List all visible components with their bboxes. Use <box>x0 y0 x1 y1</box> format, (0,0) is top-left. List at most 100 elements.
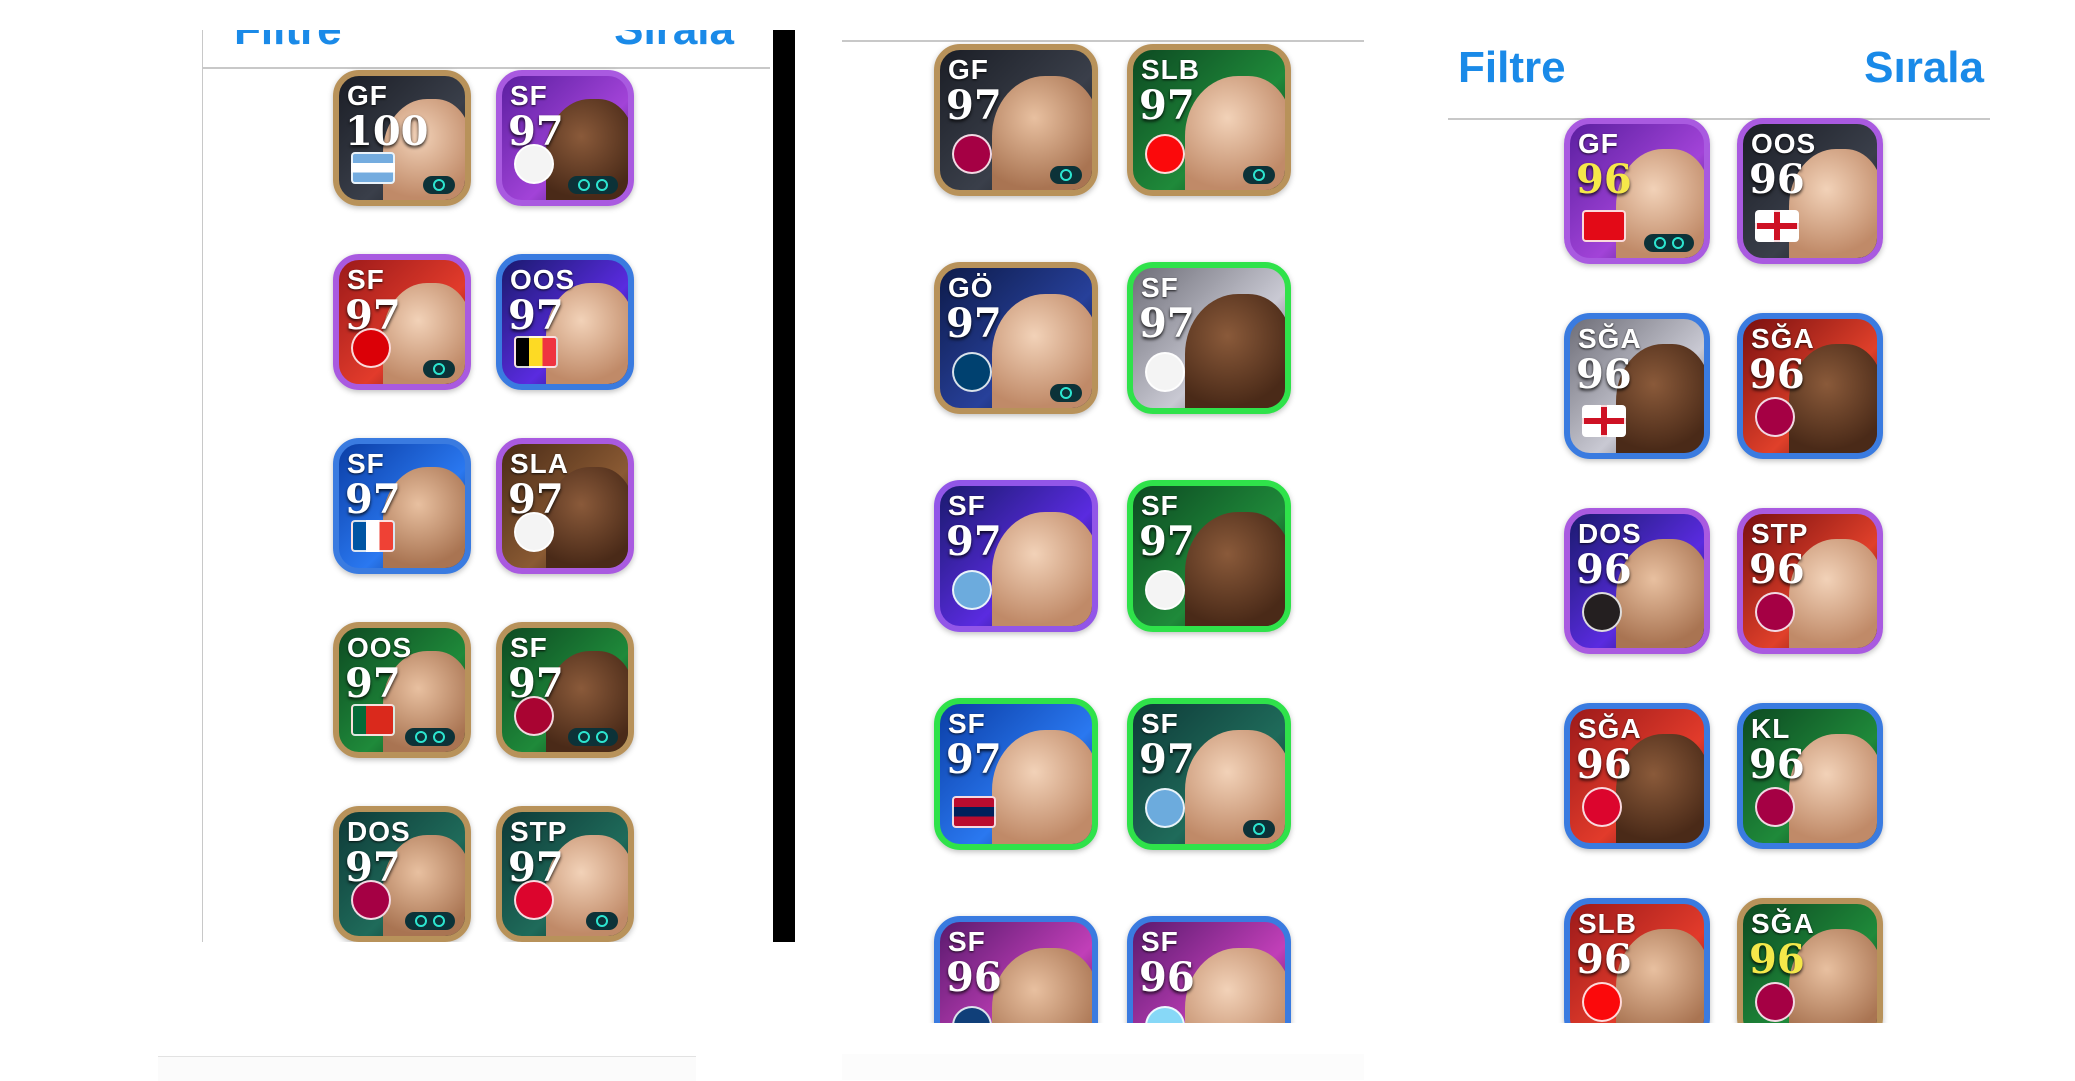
player-position: SF <box>948 926 986 957</box>
player-portrait <box>1184 75 1285 190</box>
player-card[interactable]: DOS 96 <box>1564 508 1710 654</box>
skill-badge-strip <box>586 912 618 930</box>
player-position: SF <box>510 632 548 663</box>
player-rating: 96 <box>1139 954 1195 1001</box>
sort-button[interactable]: Sırala <box>1864 46 1984 90</box>
player-portrait <box>1184 511 1285 626</box>
player-card[interactable]: SĞA 96 <box>1737 313 1883 459</box>
player-card[interactable]: SĞA 96 <box>1564 313 1710 459</box>
player-card[interactable]: GÖ 97 <box>934 262 1098 414</box>
flag-belgium-icon <box>514 336 558 368</box>
club-newcastle-crest-icon <box>1582 592 1622 632</box>
player-position: DOS <box>1578 518 1642 549</box>
club-galatasaray-crest-icon <box>514 696 554 736</box>
player-position: SF <box>948 708 986 739</box>
player-card[interactable]: GF 96 <box>1564 118 1710 264</box>
player-rating: 96 <box>1749 936 1805 983</box>
player-card[interactable]: SF 96 <box>1127 916 1291 1023</box>
player-position: KL <box>1751 713 1791 744</box>
player-rating: 97 <box>345 660 401 707</box>
player-card[interactable]: SĞA 96 <box>1737 898 1883 1023</box>
flag-england-icon <box>1582 405 1626 437</box>
flag-portugal-icon <box>351 704 395 736</box>
player-card[interactable]: SF 97 <box>496 622 634 758</box>
player-card[interactable]: SF 97 <box>1127 262 1291 414</box>
player-position: SF <box>1141 926 1179 957</box>
player-card[interactable]: STP 96 <box>1737 508 1883 654</box>
player-position: SF <box>510 80 548 111</box>
player-portrait <box>991 75 1092 190</box>
player-card[interactable]: GF 100 <box>333 70 471 206</box>
player-card[interactable]: SLA 97 <box>496 438 634 574</box>
player-rating: 97 <box>946 518 1002 565</box>
club-arsenal-crest-icon <box>351 328 391 368</box>
player-card[interactable]: SF 97 <box>1127 698 1291 850</box>
skill-badge-strip <box>423 360 455 378</box>
booster-icon <box>1253 169 1265 181</box>
player-position: SF <box>347 264 385 295</box>
filter-button[interactable]: Filtre <box>1458 46 1566 90</box>
player-card[interactable]: SF 97 <box>1127 480 1291 632</box>
player-portrait <box>991 293 1092 408</box>
player-rating: 97 <box>946 300 1002 347</box>
player-card[interactable]: OOS 96 <box>1737 118 1883 264</box>
player-position: SĞA <box>1578 713 1642 744</box>
player-card[interactable]: GF 97 <box>934 44 1098 196</box>
player-rating: 96 <box>1749 741 1805 788</box>
skill-badge-strip <box>1243 820 1275 838</box>
player-card[interactable]: SLB 96 <box>1564 898 1710 1023</box>
player-card[interactable]: SLB 97 <box>1127 44 1291 196</box>
club-munich-crest-icon <box>1582 787 1622 827</box>
club-barcelona-crest-icon <box>351 880 391 920</box>
player-position: GÖ <box>948 272 994 303</box>
player-card[interactable]: SF 97 <box>333 254 471 390</box>
booster-icon <box>1654 237 1666 249</box>
screenshot-panel-middle: GF 97 SLB 97 GÖ 97 SF 97 SF 97 SF 97 SF 97 SF 97 SF 96 SF 9… <box>842 38 1364 1023</box>
player-card[interactable]: KL 96 <box>1737 703 1883 849</box>
player-portrait <box>1184 947 1285 1023</box>
player-rating: 97 <box>1139 736 1195 783</box>
player-rating: 97 <box>1139 300 1195 347</box>
player-card[interactable]: OOS 97 <box>496 254 634 390</box>
player-card[interactable]: SF 97 <box>333 438 471 574</box>
player-portrait <box>1184 293 1285 408</box>
sort-button[interactable]: Sırala <box>614 30 734 52</box>
flag-norway-icon <box>952 796 996 828</box>
player-portrait <box>1184 729 1285 844</box>
booster-icon <box>433 915 445 927</box>
filter-button[interactable]: Filtre <box>234 30 342 52</box>
player-position: SF <box>1141 708 1179 739</box>
player-position: OOS <box>1751 128 1817 159</box>
booster-icon <box>415 731 427 743</box>
player-card[interactable]: OOS 97 <box>333 622 471 758</box>
player-position: GF <box>347 80 388 111</box>
booster-icon <box>1060 169 1072 181</box>
booster-icon <box>433 363 445 375</box>
skill-badge-strip <box>423 176 455 194</box>
header-divider <box>1448 118 1990 120</box>
player-rating: 97 <box>946 736 1002 783</box>
booster-icon <box>578 179 590 191</box>
skill-badge-strip <box>568 728 618 746</box>
player-card[interactable]: SĞA 96 <box>1564 703 1710 849</box>
booster-icon <box>596 915 608 927</box>
player-rating: 96 <box>1576 741 1632 788</box>
booster-icon <box>433 179 445 191</box>
screenshot-panel-left: Filtre Sırala GF100SF97SF97OOS97SF97SLA9… <box>178 30 770 942</box>
club-barcelona-crest-icon <box>1755 982 1795 1022</box>
player-position: SĞA <box>1578 323 1642 354</box>
player-rating: 96 <box>1749 156 1805 203</box>
player-card[interactable]: SF 97 <box>496 70 634 206</box>
player-card[interactable]: SF 97 <box>934 480 1098 632</box>
club-barcelona-crest-icon <box>1755 397 1795 437</box>
skill-badge-strip <box>1243 166 1275 184</box>
header-divider <box>202 67 770 69</box>
player-card[interactable]: STP 97 <box>496 806 634 942</box>
screenshot-panel-right: Filtre Sırala GF 96 OOS 96 SĞA 96 SĞA 96 DOS 96 ST… <box>1448 32 1990 1023</box>
player-card[interactable]: SF 97 <box>934 698 1098 850</box>
player-card[interactable]: SF 96 <box>934 916 1098 1023</box>
booster-icon <box>1060 387 1072 399</box>
skill-badge-strip <box>1050 384 1082 402</box>
player-card[interactable]: DOS 97 <box>333 806 471 942</box>
player-position: STP <box>510 816 568 847</box>
